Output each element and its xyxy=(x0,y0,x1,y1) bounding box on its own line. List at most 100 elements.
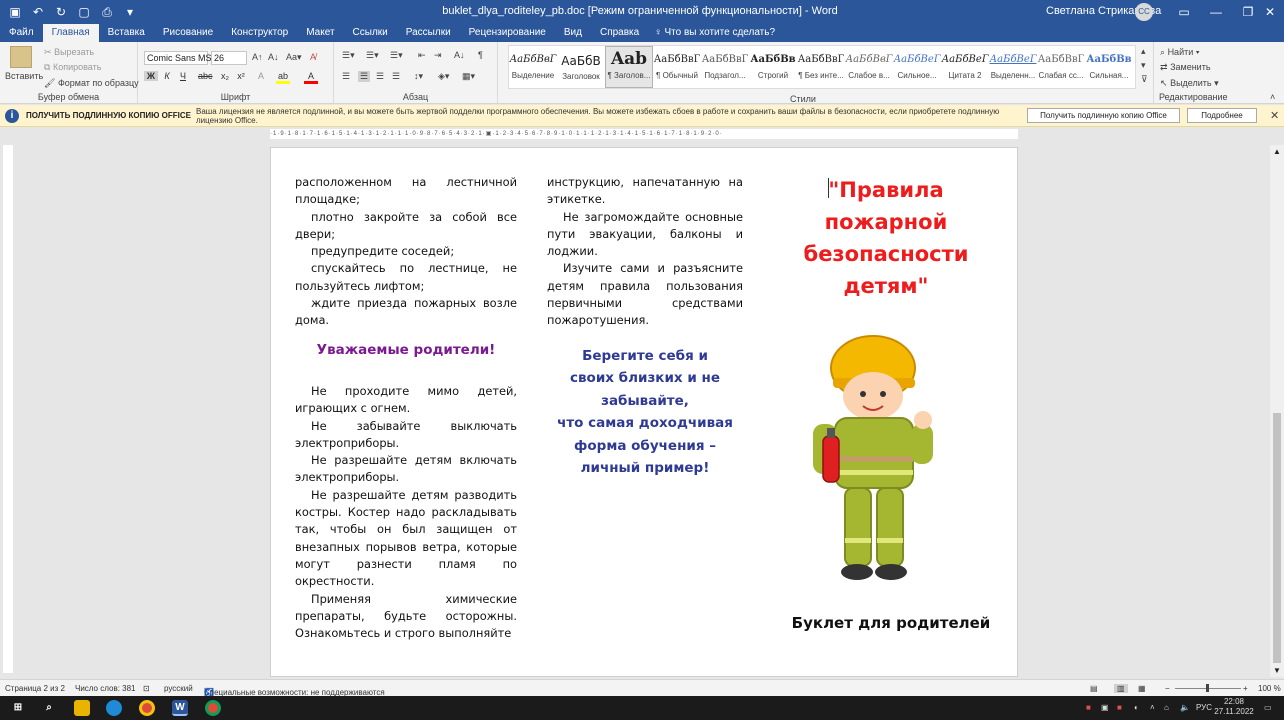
subscript-icon[interactable]: x₂ xyxy=(218,71,232,81)
borders-icon[interactable]: ▦▾ xyxy=(462,71,475,82)
style-normal[interactable]: АаБбВвГ ¶ Обычный xyxy=(653,46,701,88)
taskbar-search-icon[interactable]: ⌕ xyxy=(41,700,57,716)
numbering-icon[interactable]: ☰▾ xyxy=(366,50,379,61)
font-size-select[interactable]: 26 xyxy=(211,51,247,65)
volume-icon[interactable]: 🔈 xyxy=(1180,703,1190,712)
style-intense-quote[interactable]: АаБбВеГ Выделенн... xyxy=(989,46,1037,88)
find-button[interactable]: ⌕ Найти ▾ xyxy=(1160,47,1200,58)
clear-formatting-icon[interactable]: A̸ xyxy=(310,52,316,62)
avatar[interactable]: СС xyxy=(1135,3,1153,21)
justify-icon[interactable]: ☰ xyxy=(392,71,400,82)
sort-icon[interactable]: A↓ xyxy=(454,50,465,60)
vertical-ruler[interactable] xyxy=(3,145,13,673)
zoom-in-icon[interactable]: + xyxy=(1243,684,1248,693)
show-hidden-icons[interactable]: ˄ xyxy=(1150,703,1155,712)
zoom-slider-thumb[interactable] xyxy=(1206,684,1209,692)
document-page[interactable]: расположенном на лестничной площадке; пл… xyxy=(270,147,1018,677)
tab-design[interactable]: Конструктор xyxy=(222,24,297,42)
print-preview-icon[interactable]: ⎙ xyxy=(100,5,114,20)
clock[interactable]: 22:08 27.11.2022 xyxy=(1214,697,1254,717)
tray-app-icon[interactable]: ▣ xyxy=(1101,703,1109,712)
tab-layout[interactable]: Макет xyxy=(297,24,343,42)
horizontal-ruler[interactable]: ·1·9·1·8·1·7·1·6·1·5·1·4·1·3·1·2·1·1·1·0… xyxy=(270,129,1018,139)
tray-app-icon-2[interactable]: ◐ xyxy=(1134,703,1139,712)
tab-home[interactable]: Главная xyxy=(42,24,99,42)
shading-icon[interactable]: ◈▾ xyxy=(438,71,449,82)
style-title[interactable]: АаБбВ Заголовок xyxy=(557,46,605,88)
page-counter[interactable]: Страница 2 из 2 xyxy=(5,684,65,693)
style-subtle-reference[interactable]: АаБбВвГ Слабая сс... xyxy=(1037,46,1085,88)
word-count[interactable]: Число слов: 381 xyxy=(75,684,135,693)
tell-me-search[interactable]: ♀ Что вы хотите сделать? xyxy=(648,24,775,42)
scroll-down-icon[interactable]: ▼ xyxy=(1273,666,1281,675)
print-layout-icon[interactable]: ▥ xyxy=(1114,684,1128,693)
language-indicator[interactable]: русский xyxy=(164,684,193,693)
line-spacing-icon[interactable]: ↕▾ xyxy=(414,71,423,82)
autosave-icon[interactable]: ▣ xyxy=(8,5,22,19)
chrome-icon-2[interactable] xyxy=(205,700,221,716)
file-explorer-icon[interactable] xyxy=(74,700,90,716)
tab-draw[interactable]: Рисование xyxy=(154,24,222,42)
superscript-icon[interactable]: x² xyxy=(234,71,248,81)
style-heading[interactable]: Aab ¶ Заголов... xyxy=(605,46,653,88)
close-icon[interactable]: ✕ xyxy=(1256,0,1284,24)
read-mode-icon[interactable]: ▤ xyxy=(1090,684,1098,693)
bullets-icon[interactable]: ☰▾ xyxy=(342,50,355,61)
network-icon[interactable]: ⌂ xyxy=(1164,703,1169,712)
bold-icon[interactable]: Ж xyxy=(144,71,158,81)
align-center-icon[interactable]: ☰ xyxy=(358,71,371,82)
word-taskbar-icon[interactable]: W xyxy=(172,700,188,716)
strikethrough-icon[interactable]: abc xyxy=(198,71,213,81)
select-button[interactable]: ↖ Выделить ▾ xyxy=(1160,78,1219,89)
scrollbar-thumb[interactable] xyxy=(1273,413,1281,663)
format-painter-button[interactable]: 🖌 Формат по образцу xyxy=(44,78,139,89)
customize-toolbar-icon[interactable]: ▾ xyxy=(123,5,137,19)
increase-indent-icon[interactable]: ⇥ xyxy=(434,50,442,61)
new-document-icon[interactable]: ▢ xyxy=(77,5,91,19)
replace-button[interactable]: ⇄ Заменить xyxy=(1160,62,1211,73)
styles-scroll-down-icon[interactable]: ▾ xyxy=(1141,60,1146,71)
tab-view[interactable]: Вид xyxy=(555,24,591,42)
styles-more-icon[interactable]: ⊽ xyxy=(1141,74,1148,85)
zoom-out-icon[interactable]: − xyxy=(1165,684,1170,693)
tray-alert-icon[interactable]: ■ xyxy=(1117,703,1122,712)
style-quote[interactable]: АаБбВеГ Цитата 2 xyxy=(941,46,989,88)
decrease-indent-icon[interactable]: ⇤ xyxy=(418,50,426,61)
close-message-icon[interactable]: ✕ xyxy=(1270,109,1279,122)
web-layout-icon[interactable]: ▦ xyxy=(1138,684,1146,693)
keyboard-language[interactable]: РУС xyxy=(1196,703,1212,712)
underline-icon[interactable]: Ч xyxy=(176,71,190,81)
style-intense-emphasis[interactable]: АаБбВеГ Сильное... xyxy=(893,46,941,88)
highlight-icon[interactable]: ab xyxy=(276,71,290,84)
tab-references[interactable]: Ссылки xyxy=(344,24,397,42)
get-genuine-button[interactable]: Получить подлинную копию Office xyxy=(1027,108,1180,123)
style-subtitle[interactable]: АаБбВвГ Подзагол... xyxy=(701,46,749,88)
zoom-level[interactable]: 100 % xyxy=(1258,684,1281,693)
edge-icon[interactable] xyxy=(106,700,122,716)
style-strong[interactable]: АаБбВв Строгий xyxy=(749,46,797,88)
ribbon-display-icon[interactable]: ▭ xyxy=(1168,0,1200,24)
learn-more-button[interactable]: Подробнее xyxy=(1187,108,1257,123)
notifications-icon[interactable]: ▭ xyxy=(1264,703,1272,712)
italic-icon[interactable]: К xyxy=(160,71,174,81)
grow-font-icon[interactable]: A↑ xyxy=(252,52,263,62)
multilevel-list-icon[interactable]: ☰▾ xyxy=(390,50,403,61)
font-name-select[interactable]: Comic Sans MS xyxy=(144,51,212,65)
shrink-font-icon[interactable]: A↓ xyxy=(268,52,279,62)
show-marks-icon[interactable]: ¶ xyxy=(478,50,483,60)
tab-review[interactable]: Рецензирование xyxy=(460,24,555,42)
tab-insert[interactable]: Вставка xyxy=(99,24,154,42)
proofing-icon[interactable]: ⊡ xyxy=(143,684,150,693)
chrome-icon[interactable] xyxy=(139,700,155,716)
align-right-icon[interactable]: ☰ xyxy=(376,71,384,82)
style-subtle-emphasis[interactable]: АаБбВвГ Слабое в... xyxy=(845,46,893,88)
style-emphasis[interactable]: АаБбВвГ Выделение xyxy=(509,46,557,88)
paste-icon[interactable] xyxy=(10,46,32,68)
align-left-icon[interactable]: ☰ xyxy=(342,71,350,82)
scroll-up-icon[interactable]: ▲ xyxy=(1273,147,1281,156)
style-no-spacing[interactable]: АаБбВвГ ¶ Без инте... xyxy=(797,46,845,88)
tab-file[interactable]: Файл xyxy=(0,24,43,42)
paste-button[interactable]: Вставить xyxy=(5,71,43,81)
collapse-ribbon-icon[interactable]: ˄ xyxy=(1270,92,1275,102)
vertical-scrollbar[interactable]: ▲ ▼ xyxy=(1270,145,1284,677)
